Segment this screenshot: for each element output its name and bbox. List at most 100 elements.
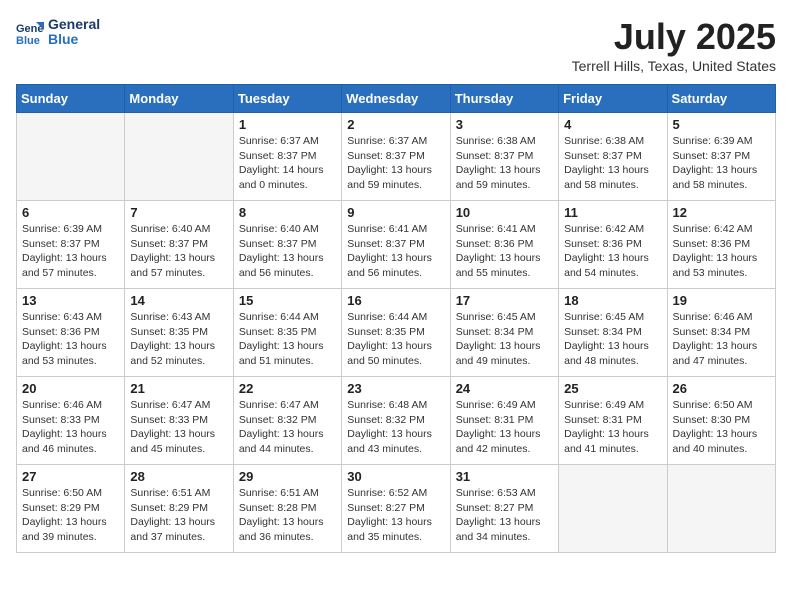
- calendar-cell: 28 Sunrise: 6:51 AM Sunset: 8:29 PM Dayli…: [125, 465, 233, 553]
- calendar-cell: 26 Sunrise: 6:50 AM Sunset: 8:30 PM Dayli…: [667, 377, 775, 465]
- day-number: 19: [673, 293, 770, 308]
- day-number: 21: [130, 381, 227, 396]
- calendar-table: SundayMondayTuesdayWednesdayThursdayFrid…: [16, 84, 776, 553]
- day-number: 10: [456, 205, 553, 220]
- day-number: 9: [347, 205, 444, 220]
- logo: General Blue General Blue: [16, 16, 100, 48]
- calendar-cell: 25 Sunrise: 6:49 AM Sunset: 8:31 PM Dayli…: [559, 377, 667, 465]
- cell-sun-info: Sunrise: 6:47 AM Sunset: 8:33 PM Dayligh…: [130, 398, 227, 457]
- day-number: 4: [564, 117, 661, 132]
- cell-sun-info: Sunrise: 6:43 AM Sunset: 8:36 PM Dayligh…: [22, 310, 119, 369]
- cell-sun-info: Sunrise: 6:38 AM Sunset: 8:37 PM Dayligh…: [564, 134, 661, 193]
- month-year: July 2025: [572, 16, 776, 58]
- day-number: 6: [22, 205, 119, 220]
- cell-sun-info: Sunrise: 6:44 AM Sunset: 8:35 PM Dayligh…: [347, 310, 444, 369]
- cell-sun-info: Sunrise: 6:40 AM Sunset: 8:37 PM Dayligh…: [239, 222, 336, 281]
- day-number: 1: [239, 117, 336, 132]
- day-number: 28: [130, 469, 227, 484]
- calendar-week-row: 20Sunrise: 6:46 AM Sunset: 8:33 PM Dayli…: [17, 377, 776, 465]
- calendar-cell: 14 Sunrise: 6:43 AM Sunset: 8:35 PM Dayli…: [125, 289, 233, 377]
- calendar-cell: 23Sunrise: 6:48 AM Sunset: 8:32 PM Dayli…: [342, 377, 450, 465]
- cell-sun-info: Sunrise: 6:41 AM Sunset: 8:36 PM Dayligh…: [456, 222, 553, 281]
- cell-sun-info: Sunrise: 6:43 AM Sunset: 8:35 PM Dayligh…: [130, 310, 227, 369]
- cell-sun-info: Sunrise: 6:42 AM Sunset: 8:36 PM Dayligh…: [564, 222, 661, 281]
- day-number: 23: [347, 381, 444, 396]
- svg-text:Blue: Blue: [16, 35, 40, 46]
- cell-sun-info: Sunrise: 6:49 AM Sunset: 8:31 PM Dayligh…: [456, 398, 553, 457]
- day-number: 2: [347, 117, 444, 132]
- weekday-header: Tuesday: [233, 85, 341, 113]
- cell-sun-info: Sunrise: 6:52 AM Sunset: 8:27 PM Dayligh…: [347, 486, 444, 545]
- day-number: 30: [347, 469, 444, 484]
- calendar-cell: [667, 465, 775, 553]
- weekday-header: Wednesday: [342, 85, 450, 113]
- calendar-cell: 13 Sunrise: 6:43 AM Sunset: 8:36 PM Dayli…: [17, 289, 125, 377]
- day-number: 5: [673, 117, 770, 132]
- calendar-cell: 15 Sunrise: 6:44 AM Sunset: 8:35 PM Dayli…: [233, 289, 341, 377]
- day-number: 11: [564, 205, 661, 220]
- calendar-cell: 22Sunrise: 6:47 AM Sunset: 8:32 PM Dayli…: [233, 377, 341, 465]
- cell-sun-info: Sunrise: 6:49 AM Sunset: 8:31 PM Dayligh…: [564, 398, 661, 457]
- day-number: 29: [239, 469, 336, 484]
- day-number: 3: [456, 117, 553, 132]
- cell-sun-info: Sunrise: 6:45 AM Sunset: 8:34 PM Dayligh…: [456, 310, 553, 369]
- cell-sun-info: Sunrise: 6:39 AM Sunset: 8:37 PM Dayligh…: [673, 134, 770, 193]
- calendar-cell: 5 Sunrise: 6:39 AM Sunset: 8:37 PM Daylig…: [667, 113, 775, 201]
- day-number: 17: [456, 293, 553, 308]
- day-number: 14: [130, 293, 227, 308]
- calendar-cell: 10 Sunrise: 6:41 AM Sunset: 8:36 PM Dayli…: [450, 201, 558, 289]
- day-number: 15: [239, 293, 336, 308]
- day-number: 18: [564, 293, 661, 308]
- cell-sun-info: Sunrise: 6:42 AM Sunset: 8:36 PM Dayligh…: [673, 222, 770, 281]
- weekday-header: Thursday: [450, 85, 558, 113]
- cell-sun-info: Sunrise: 6:44 AM Sunset: 8:35 PM Dayligh…: [239, 310, 336, 369]
- calendar-cell: 30 Sunrise: 6:52 AM Sunset: 8:27 PM Dayli…: [342, 465, 450, 553]
- calendar-cell: 4 Sunrise: 6:38 AM Sunset: 8:37 PM Daylig…: [559, 113, 667, 201]
- weekday-header: Sunday: [17, 85, 125, 113]
- logo-icon: General Blue: [16, 18, 44, 46]
- day-number: 25: [564, 381, 661, 396]
- logo-text: General Blue: [48, 16, 100, 48]
- calendar-cell: 18 Sunrise: 6:45 AM Sunset: 8:34 PM Dayli…: [559, 289, 667, 377]
- cell-sun-info: Sunrise: 6:50 AM Sunset: 8:30 PM Dayligh…: [673, 398, 770, 457]
- calendar-header-row: SundayMondayTuesdayWednesdayThursdayFrid…: [17, 85, 776, 113]
- day-number: 16: [347, 293, 444, 308]
- calendar-week-row: 27Sunrise: 6:50 AM Sunset: 8:29 PM Dayli…: [17, 465, 776, 553]
- day-number: 8: [239, 205, 336, 220]
- cell-sun-info: Sunrise: 6:37 AM Sunset: 8:37 PM Dayligh…: [239, 134, 336, 193]
- cell-sun-info: Sunrise: 6:40 AM Sunset: 8:37 PM Dayligh…: [130, 222, 227, 281]
- cell-sun-info: Sunrise: 6:47 AM Sunset: 8:32 PM Dayligh…: [239, 398, 336, 457]
- calendar-cell: 8 Sunrise: 6:40 AM Sunset: 8:37 PM Daylig…: [233, 201, 341, 289]
- cell-sun-info: Sunrise: 6:53 AM Sunset: 8:27 PM Dayligh…: [456, 486, 553, 545]
- weekday-header: Friday: [559, 85, 667, 113]
- cell-sun-info: Sunrise: 6:50 AM Sunset: 8:29 PM Dayligh…: [22, 486, 119, 545]
- calendar-cell: [559, 465, 667, 553]
- calendar-week-row: 13 Sunrise: 6:43 AM Sunset: 8:36 PM Dayli…: [17, 289, 776, 377]
- day-number: 24: [456, 381, 553, 396]
- calendar-week-row: 1 Sunrise: 6:37 AM Sunset: 8:37 PM Daylig…: [17, 113, 776, 201]
- calendar-cell: 24 Sunrise: 6:49 AM Sunset: 8:31 PM Dayli…: [450, 377, 558, 465]
- calendar-cell: 21 Sunrise: 6:47 AM Sunset: 8:33 PM Dayli…: [125, 377, 233, 465]
- cell-sun-info: Sunrise: 6:51 AM Sunset: 8:29 PM Dayligh…: [130, 486, 227, 545]
- cell-sun-info: Sunrise: 6:37 AM Sunset: 8:37 PM Dayligh…: [347, 134, 444, 193]
- day-number: 12: [673, 205, 770, 220]
- page-header: General Blue General Blue July 2025 Terr…: [16, 16, 776, 74]
- calendar-cell: 6 Sunrise: 6:39 AM Sunset: 8:37 PM Daylig…: [17, 201, 125, 289]
- calendar-cell: 2 Sunrise: 6:37 AM Sunset: 8:37 PM Daylig…: [342, 113, 450, 201]
- calendar-cell: 29Sunrise: 6:51 AM Sunset: 8:28 PM Dayli…: [233, 465, 341, 553]
- calendar-cell: 17 Sunrise: 6:45 AM Sunset: 8:34 PM Dayli…: [450, 289, 558, 377]
- day-number: 7: [130, 205, 227, 220]
- cell-sun-info: Sunrise: 6:39 AM Sunset: 8:37 PM Dayligh…: [22, 222, 119, 281]
- cell-sun-info: Sunrise: 6:46 AM Sunset: 8:34 PM Dayligh…: [673, 310, 770, 369]
- calendar-week-row: 6 Sunrise: 6:39 AM Sunset: 8:37 PM Daylig…: [17, 201, 776, 289]
- calendar-cell: 16 Sunrise: 6:44 AM Sunset: 8:35 PM Dayli…: [342, 289, 450, 377]
- day-number: 26: [673, 381, 770, 396]
- calendar-cell: 31Sunrise: 6:53 AM Sunset: 8:27 PM Dayli…: [450, 465, 558, 553]
- weekday-header: Saturday: [667, 85, 775, 113]
- calendar-cell: 20Sunrise: 6:46 AM Sunset: 8:33 PM Dayli…: [17, 377, 125, 465]
- day-number: 13: [22, 293, 119, 308]
- title-area: July 2025 Terrell Hills, Texas, United S…: [572, 16, 776, 74]
- cell-sun-info: Sunrise: 6:45 AM Sunset: 8:34 PM Dayligh…: [564, 310, 661, 369]
- calendar-cell: 12 Sunrise: 6:42 AM Sunset: 8:36 PM Dayli…: [667, 201, 775, 289]
- day-number: 20: [22, 381, 119, 396]
